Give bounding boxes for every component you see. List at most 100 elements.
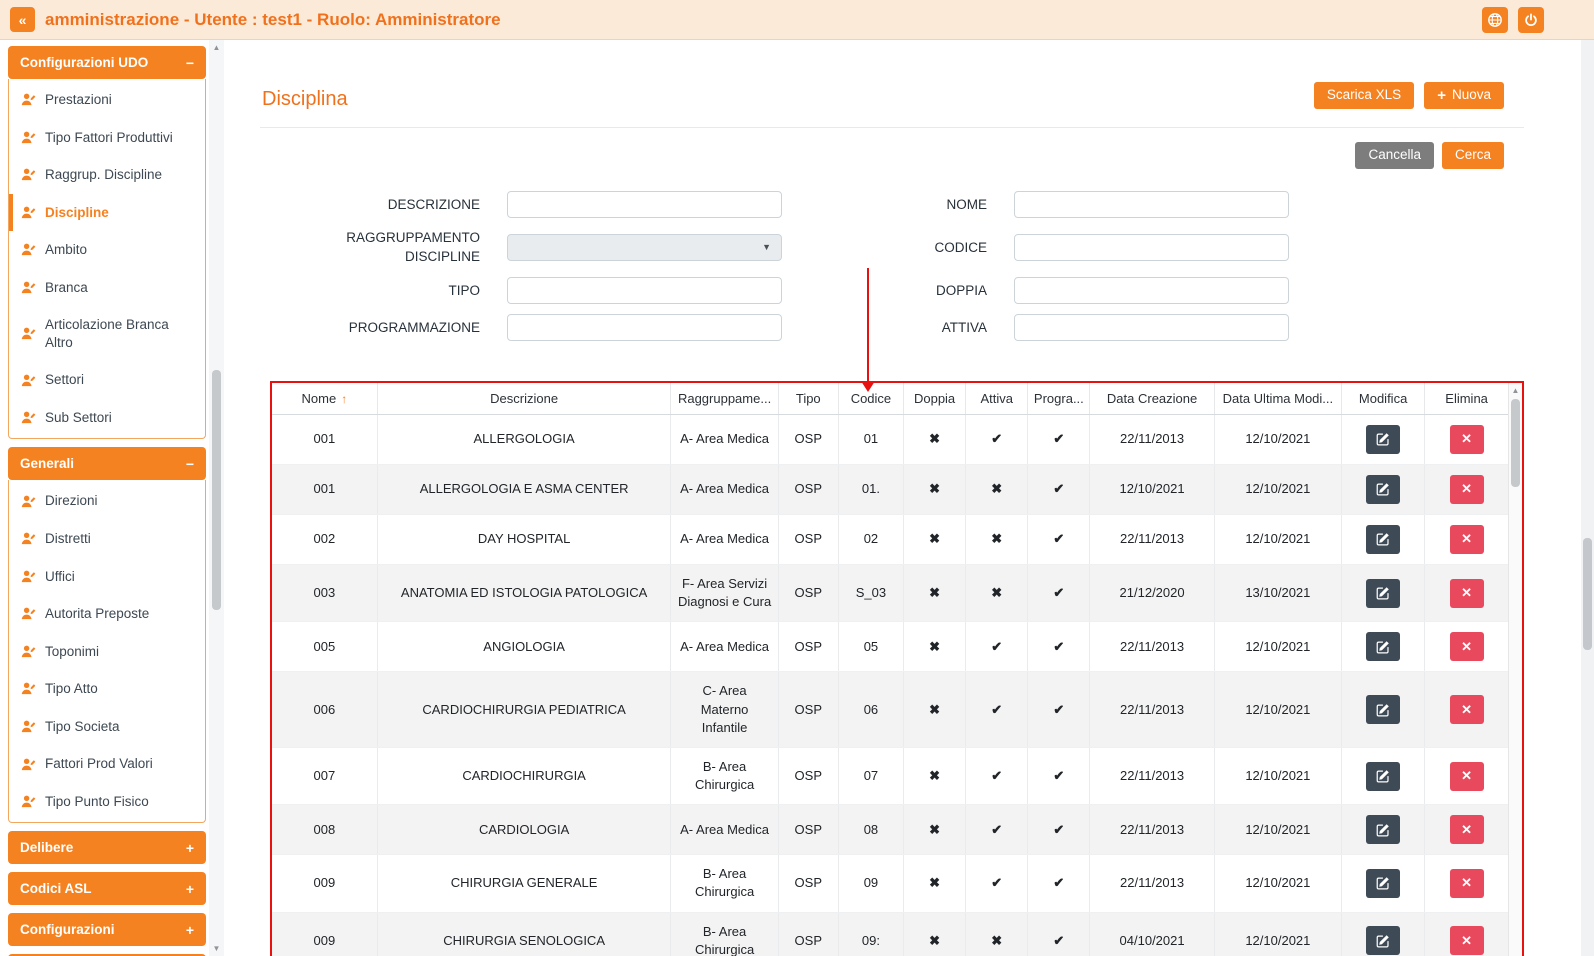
sidebar-item-tipo-fattori-produttivi[interactable]: Tipo Fattori Produttivi (9, 119, 205, 157)
edit-button[interactable] (1366, 926, 1400, 955)
filter-select-raggruppamento-discipline[interactable]: ▼ (507, 234, 782, 261)
column-header-raggruppame[interactable]: Raggruppame... (671, 383, 778, 415)
expand-section-icon[interactable]: + (186, 841, 194, 855)
column-header-progra[interactable]: Progra... (1028, 383, 1090, 415)
user-icon (21, 681, 36, 696)
sidebar-item-autorita-preposte[interactable]: Autorita Preposte (9, 595, 205, 633)
edit-button[interactable] (1366, 475, 1400, 504)
collapse-section-icon[interactable]: − (186, 56, 194, 70)
column-header-doppia[interactable]: Doppia (904, 383, 966, 415)
sidebar-item-articolazione-branca-altro[interactable]: Articolazione Branca Altro (9, 306, 205, 361)
sidebar-item-sub-settori[interactable]: Sub Settori (9, 399, 205, 437)
delete-button[interactable]: ✕ (1450, 869, 1484, 898)
table-scrollbar[interactable]: ▲ (1508, 383, 1522, 956)
column-header-modifica[interactable]: Modifica (1342, 383, 1425, 415)
edit-button[interactable] (1366, 425, 1400, 454)
edit-button[interactable] (1366, 525, 1400, 554)
column-header-data-ultima-modi[interactable]: Data Ultima Modi... (1214, 383, 1341, 415)
edit-button[interactable] (1366, 762, 1400, 791)
column-header-data-creazione[interactable]: Data Creazione (1090, 383, 1214, 415)
filter-input-programmazione[interactable] (507, 314, 782, 341)
sidebar-item-discipline[interactable]: Discipline (9, 194, 205, 232)
sidebar-section-header-configurazioni-udo[interactable]: Configurazioni UDO − (8, 46, 206, 79)
column-header-elimina[interactable]: Elimina (1425, 383, 1508, 415)
section-label: Delibere (20, 840, 73, 855)
language-button[interactable] (1482, 7, 1508, 33)
scarica-xls-button[interactable]: Scarica XLS (1314, 82, 1414, 109)
sidebar-section-header-generali[interactable]: Generali− (8, 447, 206, 480)
scroll-down-icon[interactable]: ▼ (209, 944, 224, 953)
edit-button[interactable] (1366, 632, 1400, 661)
collapse-sidebar-button[interactable]: « (10, 7, 35, 32)
delete-button[interactable]: ✕ (1450, 762, 1484, 791)
cerca-button[interactable]: Cerca (1442, 142, 1504, 169)
column-label: Progra... (1034, 391, 1084, 406)
delete-button[interactable]: ✕ (1450, 425, 1484, 454)
user-icon (21, 531, 36, 546)
sidebar-item-toponimi[interactable]: Toponimi (9, 633, 205, 671)
cell-attiva: ✔ (966, 805, 1028, 855)
sidebar-section-header-configurazioni[interactable]: Configurazioni+ (8, 913, 206, 946)
page-scrollbar[interactable] (1581, 40, 1594, 956)
column-header-descrizione[interactable]: Descrizione (377, 383, 671, 415)
collapse-section-icon[interactable]: − (186, 457, 194, 471)
scroll-up-icon[interactable]: ▲ (209, 43, 224, 52)
column-label: Elimina (1445, 391, 1488, 406)
sort-ascending-icon[interactable]: ↑ (341, 392, 347, 406)
sidebar-item-tipo-atto[interactable]: Tipo Atto (9, 670, 205, 708)
cell-attiva: ✔ (966, 622, 1028, 672)
delete-button[interactable]: ✕ (1450, 815, 1484, 844)
column-header-nome[interactable]: Nome↑ (272, 383, 377, 415)
filter-input-codice[interactable] (1014, 234, 1289, 261)
sidebar-section-header-codici-asl[interactable]: Codici ASL+ (8, 872, 206, 905)
sidebar-item-raggrup-discipline[interactable]: Raggrup. Discipline (9, 156, 205, 194)
sidebar-item-direzioni[interactable]: Direzioni (9, 482, 205, 520)
filter-input-nome[interactable] (1014, 191, 1289, 218)
sidebar-item-settori[interactable]: Settori (9, 361, 205, 399)
sidebar-section-header-delibere[interactable]: Delibere + (8, 831, 206, 864)
cell-attiva: ✔ (966, 855, 1028, 912)
expand-section-icon[interactable]: + (186, 882, 194, 896)
filters-grid: DESCRIZIONENOMERAGGRUPPAMENTO DISCIPLINE… (272, 191, 1524, 341)
sidebar-item-tipo-punto-fisico[interactable]: Tipo Punto Fisico (9, 783, 205, 821)
sidebar-scrollbar-thumb[interactable] (212, 370, 221, 610)
sidebar-item-distretti[interactable]: Distretti (9, 520, 205, 558)
sidebar-item-branca[interactable]: Branca (9, 269, 205, 307)
delete-button[interactable]: ✕ (1450, 525, 1484, 554)
column-header-codice[interactable]: Codice (838, 383, 903, 415)
column-header-attiva[interactable]: Attiva (966, 383, 1028, 415)
cell-elimina: ✕ (1425, 912, 1508, 956)
sidebar-scrollbar[interactable]: ▲ ▼ (209, 40, 224, 956)
filter-input-doppia[interactable] (1014, 277, 1289, 304)
edit-button[interactable] (1366, 695, 1400, 724)
delete-button[interactable]: ✕ (1450, 695, 1484, 724)
delete-button[interactable]: ✕ (1450, 579, 1484, 608)
delete-button[interactable]: ✕ (1450, 632, 1484, 661)
sidebar-item-ambito[interactable]: Ambito (9, 231, 205, 269)
delete-button[interactable]: ✕ (1450, 926, 1484, 955)
edit-button[interactable] (1366, 579, 1400, 608)
page-scrollbar-thumb[interactable] (1583, 538, 1592, 650)
delete-button[interactable]: ✕ (1450, 475, 1484, 504)
column-header-tipo[interactable]: Tipo (778, 383, 838, 415)
sidebar-item-fattori-prod-valori[interactable]: Fattori Prod Valori (9, 745, 205, 783)
table-scrollbar-thumb[interactable] (1511, 399, 1520, 487)
cell-programmazione: ✔ (1028, 747, 1090, 804)
user-icon (21, 794, 36, 809)
nuova-button[interactable]: + Nuova (1424, 82, 1504, 109)
section-label: Configurazioni UDO (20, 55, 148, 70)
cell-attiva: ✖ (966, 912, 1028, 956)
edit-button[interactable] (1366, 815, 1400, 844)
cell-raggruppamento: C- Area Materno Infantile (671, 672, 778, 748)
filter-input-tipo[interactable] (507, 277, 782, 304)
filter-input-attiva[interactable] (1014, 314, 1289, 341)
table-scroll-up-icon[interactable]: ▲ (1509, 386, 1522, 395)
edit-button[interactable] (1366, 869, 1400, 898)
filter-input-descrizione[interactable] (507, 191, 782, 218)
logout-button[interactable] (1518, 7, 1544, 33)
expand-section-icon[interactable]: + (186, 923, 194, 937)
sidebar-item-tipo-societa[interactable]: Tipo Societa (9, 708, 205, 746)
sidebar-item-uffici[interactable]: Uffici (9, 558, 205, 596)
cancella-button[interactable]: Cancella (1355, 142, 1434, 169)
sidebar-item-prestazioni[interactable]: Prestazioni (9, 81, 205, 119)
